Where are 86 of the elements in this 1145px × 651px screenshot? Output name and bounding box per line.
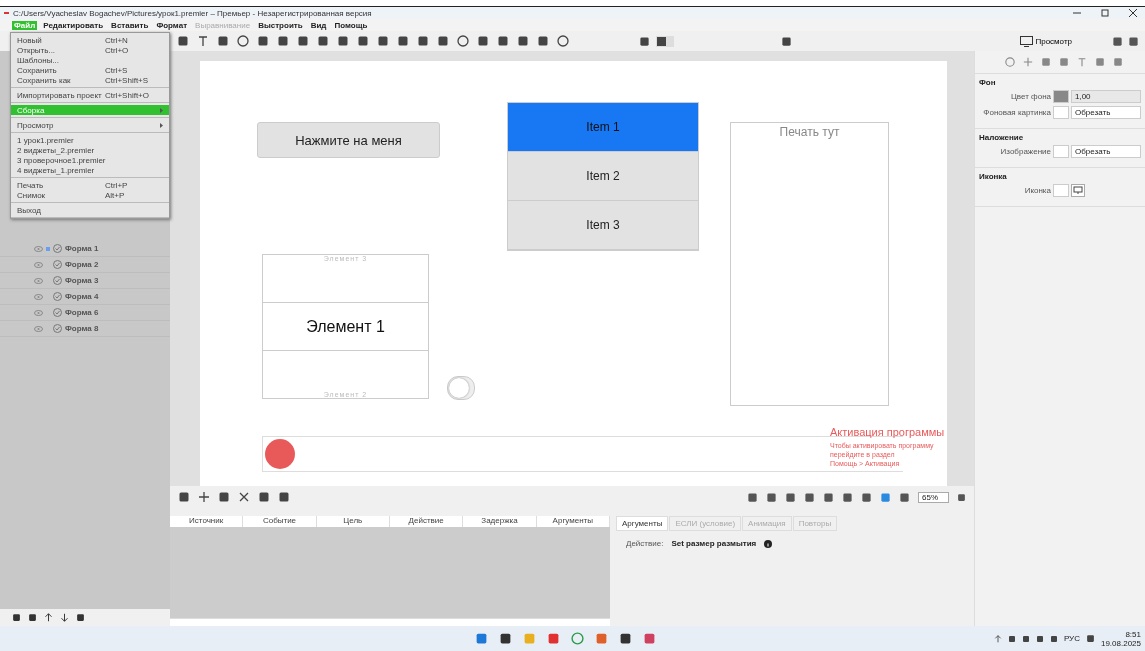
- text-area[interactable]: Печать тут: [730, 122, 889, 406]
- tree-item[interactable]: Форма 1: [0, 241, 170, 257]
- property-label: Иконка: [1023, 186, 1051, 195]
- menu-item[interactable]: Сохранить Ctrl+S: [11, 65, 169, 75]
- stop-icon: [657, 36, 666, 46]
- menu-item[interactable]: Формат: [154, 20, 190, 30]
- menu-item[interactable]: Выход: [11, 205, 169, 215]
- property-label: Фоновая картинка: [982, 108, 1051, 117]
- section-title: Наложение: [979, 133, 1025, 142]
- menu-item[interactable]: Импортировать проект Ctrl+Shift+O: [11, 90, 169, 100]
- list-item[interactable]: Item 3: [508, 201, 698, 250]
- menu-item[interactable]: Открыть... Ctrl+O: [11, 45, 169, 55]
- tree-item[interactable]: Форма 4: [0, 289, 170, 305]
- toggle-switch[interactable]: [447, 376, 475, 400]
- property-label: Цвет фона: [1009, 92, 1051, 101]
- action-value: Set размер размытия: [671, 539, 757, 548]
- close-icon[interactable]: [238, 491, 250, 503]
- image-swatch[interactable]: [1053, 145, 1069, 158]
- menu-item[interactable]: 4 виджеты_1.premier: [11, 165, 169, 175]
- menu-item[interactable]: 3 проверочное1.premier: [11, 155, 169, 165]
- color-swatch[interactable]: [1053, 90, 1069, 103]
- page-label: Форма 6: [65, 308, 99, 317]
- clock-date[interactable]: 19.08.2025: [1100, 638, 1141, 648]
- image-swatch[interactable]: [1053, 106, 1069, 119]
- horizontal-scrollbar[interactable]: [170, 618, 610, 626]
- restore-icon[interactable]: [1101, 9, 1109, 17]
- menu-item[interactable]: Выстроить: [256, 20, 305, 30]
- tree-item[interactable]: Форма 8: [0, 321, 170, 337]
- close-icon[interactable]: [1129, 9, 1137, 17]
- picker-item[interactable]: Элемент 1: [263, 303, 428, 351]
- down-arrow-icon[interactable]: [60, 613, 69, 622]
- menu-item[interactable]: Просмотр: [11, 120, 169, 130]
- circle-icon[interactable]: [1005, 57, 1015, 67]
- check-circle-icon: [53, 276, 62, 285]
- clock-time[interactable]: 8:51: [1125, 629, 1141, 639]
- check-circle-icon: [53, 292, 62, 301]
- tree-item[interactable]: Форма 3: [0, 273, 170, 289]
- mode-dropdown[interactable]: Обрезать: [1071, 106, 1141, 119]
- menu-item[interactable]: 1 урок1.premier: [11, 135, 169, 145]
- menu-item[interactable]: Сохранить как Ctrl+Shift+S: [11, 75, 169, 85]
- info-icon[interactable]: [764, 539, 773, 548]
- plus-icon[interactable]: [198, 491, 210, 503]
- menu-item[interactable]: Редактировать: [41, 20, 106, 30]
- icon-swatch[interactable]: [1053, 184, 1069, 197]
- menu-item[interactable]: Снимок Alt+P: [11, 190, 169, 200]
- section-title: Иконка: [979, 172, 1008, 181]
- language-indicator[interactable]: РУС: [1063, 634, 1080, 643]
- window-title: C:/Users/Vyacheslav Bogachev/Pictures/урок1.premier – Премьер - Незарегистрированная версия: [13, 8, 373, 18]
- submenu-arrow-icon: [160, 122, 163, 128]
- submenu-arrow-icon: [160, 107, 163, 113]
- tree-item[interactable]: Форма 2: [0, 257, 170, 273]
- page-label: Форма 4: [65, 292, 99, 301]
- activation-title: Активация программы: [830, 426, 945, 438]
- tab[interactable]: Аргументы: [616, 516, 669, 531]
- check-circle-icon: [53, 324, 62, 333]
- page-label: Форма 2: [65, 260, 99, 269]
- text-icon[interactable]: [197, 35, 209, 47]
- mode-dropdown[interactable]: Обрезать: [1071, 145, 1141, 158]
- menu-item[interactable]: Шаблоны...: [11, 55, 169, 65]
- menu-item[interactable]: Печать Ctrl+P: [11, 180, 169, 190]
- page-label: Форма 3: [65, 276, 99, 285]
- property-label: Изображение: [999, 147, 1051, 156]
- monitor-icon: [1020, 35, 1034, 47]
- menu-item[interactable]: Вставить: [109, 20, 151, 30]
- page-label: Форма 1: [65, 244, 99, 253]
- list-item[interactable]: Item 1: [508, 103, 698, 152]
- action-label: Действие:: [626, 539, 664, 548]
- monitor-icon[interactable]: [1071, 184, 1085, 197]
- check-circle-icon: [53, 308, 62, 317]
- page-label: Форма 8: [65, 324, 99, 333]
- canvas-button[interactable]: Нажмите на меня: [257, 122, 440, 158]
- up-arrow-icon[interactable]: [44, 613, 53, 622]
- menu-item[interactable]: Помощь: [332, 20, 370, 30]
- list-item[interactable]: Item 2: [508, 152, 698, 201]
- section-title: Фон: [979, 78, 997, 87]
- check-circle-icon: [53, 260, 62, 269]
- menu-item[interactable]: Вид: [308, 20, 329, 30]
- minimize-icon[interactable]: [1073, 9, 1081, 17]
- preview-button[interactable]: Просмотр: [1020, 35, 1072, 47]
- menu-item[interactable]: 2 виджеты_2.premier: [11, 145, 169, 155]
- menu-item[interactable]: Новый Ctrl+N: [11, 35, 169, 45]
- tree-item[interactable]: Форма 6: [0, 305, 170, 321]
- check-circle-icon: [53, 244, 62, 253]
- slider-thumb[interactable]: [265, 439, 295, 469]
- opacity-field[interactable]: 1,00: [1071, 90, 1141, 103]
- zoom-field[interactable]: 65%: [918, 491, 949, 503]
